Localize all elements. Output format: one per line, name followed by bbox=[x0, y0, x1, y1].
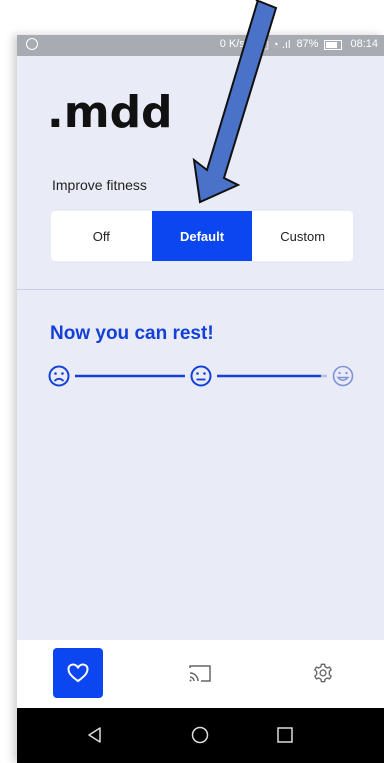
bottom-navigation bbox=[17, 640, 384, 708]
rest-progress bbox=[48, 365, 354, 387]
battery-level: 87% bbox=[296, 38, 319, 50]
rest-title: Now you can rest! bbox=[50, 323, 214, 344]
network-speed: 0 K/s bbox=[219, 38, 245, 50]
system-navigation-bar bbox=[17, 708, 384, 763]
neutral-face-icon bbox=[190, 365, 212, 387]
clock: 08:14 bbox=[350, 38, 378, 50]
nav-heart-button[interactable] bbox=[53, 648, 103, 698]
home-icon[interactable] bbox=[190, 725, 210, 745]
section-divider bbox=[17, 289, 384, 290]
improve-fitness-label: Improve fitness bbox=[52, 177, 147, 193]
app-logo: .mdd bbox=[47, 87, 173, 138]
sad-face-icon bbox=[48, 365, 70, 387]
heart-icon bbox=[67, 663, 89, 683]
status-bar: 0 K/s ✱ ▯ ◔ .ıl 87% 08:14 bbox=[17, 35, 384, 56]
settings-gear-icon bbox=[314, 663, 332, 683]
notification-dot-icon bbox=[26, 38, 38, 50]
option-custom[interactable]: Custom bbox=[252, 211, 353, 261]
happy-face-icon bbox=[332, 365, 354, 387]
cast-icon bbox=[189, 665, 211, 682]
nav-cast-button[interactable] bbox=[175, 648, 225, 698]
nav-settings-button[interactable] bbox=[298, 648, 348, 698]
phone-screen: 0 K/s ✱ ▯ ◔ .ıl 87% 08:14 .mdd Improve f… bbox=[17, 35, 384, 763]
recents-icon[interactable] bbox=[275, 725, 295, 745]
option-off[interactable]: Off bbox=[51, 211, 152, 261]
fitness-mode-selector: Off Default Custom bbox=[51, 211, 353, 261]
option-default[interactable]: Default bbox=[151, 211, 253, 261]
battery-icon bbox=[324, 40, 343, 50]
signal-icons: ✱ ▯ ◔ .ıl bbox=[250, 39, 291, 51]
back-icon[interactable] bbox=[85, 725, 105, 745]
